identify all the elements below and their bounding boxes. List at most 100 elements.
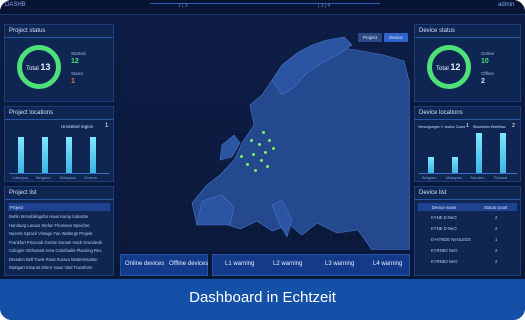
map-marker[interactable]: [250, 139, 253, 142]
device-row-name[interactable]: D-HYNDE NeOLEDS: [431, 237, 471, 242]
project-done-value: 12: [71, 58, 79, 65]
panel-divider: [5, 199, 113, 200]
chart-bar[interactable]: [476, 133, 482, 173]
map-area[interactable]: Project Device: [122, 25, 411, 251]
device-row-name[interactable]: KYNE D-NeO: [431, 215, 457, 220]
map-marker[interactable]: [262, 131, 265, 134]
top-center-right-label: | 3 | 4: [318, 3, 331, 9]
device-row-name[interactable]: KYNE D-NeO: [431, 226, 457, 231]
chart-bar[interactable]: [66, 137, 72, 173]
map-marker[interactable]: [254, 169, 257, 172]
map-marker[interactable]: [252, 153, 255, 156]
panel-divider: [415, 37, 520, 38]
panel-title: Project status: [9, 28, 46, 34]
project-total: Total 13: [26, 62, 50, 72]
chart-bar[interactable]: [428, 157, 434, 173]
dashboard-screen: DASHB 2 | 3 | 3 | 4 admin Project status…: [0, 0, 525, 279]
panel-title: Device locations: [419, 110, 463, 116]
chart-bar[interactable]: [500, 133, 506, 173]
chart-category-label: Finland: [494, 175, 508, 180]
map-marker[interactable]: [266, 165, 269, 168]
chart-category-label: Greece: [84, 175, 98, 180]
map-marker[interactable]: [246, 163, 249, 166]
chart-bar[interactable]: [42, 137, 48, 173]
app-frame: DASHB 2 | 3 | 3 | 4 admin Project status…: [0, 0, 525, 320]
list-item[interactable]: Stuttgart Intranet Mirror Haus Vitel Tra…: [9, 265, 111, 270]
panel-title: Device list: [419, 190, 447, 196]
list-item[interactable]: Frankfurt Pricecab Gerste Sonam Hack Gro…: [9, 240, 111, 245]
device-status-panel: Device status Total 12 Online 10 Offline…: [414, 24, 521, 102]
project-locations-panel: Project locations Unvisited region 1 Cat…: [4, 106, 114, 182]
list-item[interactable]: Dresden Bell Trunk Roas Kuravu Modernisa…: [9, 257, 111, 262]
device-total-value: 12: [450, 62, 461, 72]
list-item[interactable]: Nuernb Sprack Vintage Fan Waltergs Proje…: [9, 231, 111, 236]
caption-banner: Dashboard in Echtzeit: [0, 279, 525, 320]
l4-warning-label[interactable]: L4 warning: [373, 261, 402, 267]
chart-category-label: Category: [12, 175, 29, 180]
device-list-panel: Device list Device name Status count KYN…: [414, 186, 521, 276]
device-name-header: Device name: [432, 205, 457, 210]
chart-bar[interactable]: [18, 137, 24, 173]
device-total-label: Total: [436, 66, 449, 72]
map-marker[interactable]: [264, 151, 267, 154]
l3-warning-label[interactable]: L3 warning: [325, 261, 354, 267]
europe-map: [122, 25, 411, 251]
panel-title: Project list: [9, 190, 37, 196]
map-marker[interactable]: [258, 143, 261, 146]
l1-warning-label[interactable]: L1 warning: [225, 261, 254, 267]
chart-category-label: Belgium: [36, 175, 51, 180]
device-online-bar: Online devices Offline devices: [120, 254, 208, 276]
device-list-header: Device name Status count: [418, 203, 517, 211]
project-column-header: Project: [10, 205, 24, 210]
map-marker[interactable]: [260, 159, 263, 162]
warning-bar: L1 warning L2 warning L3 warning L4 warn…: [212, 254, 410, 276]
device-toggle-button[interactable]: Device: [384, 33, 408, 42]
app-title: DASHB: [5, 2, 26, 8]
device-online-label: Online: [481, 51, 495, 56]
online-devices-label[interactable]: Online devices: [125, 261, 164, 267]
device-location-tag-2: Stockholm Workflow: [473, 125, 506, 129]
project-done-label: Started: [71, 51, 86, 56]
project-new-value: 1: [71, 78, 75, 85]
map-marker[interactable]: [240, 155, 243, 158]
panel-divider: [5, 37, 113, 38]
chart-category-label: Sweden: [470, 175, 485, 180]
device-row-count: 2: [495, 226, 498, 231]
chart-bar[interactable]: [90, 137, 96, 173]
device-row-count: 2: [495, 248, 498, 253]
project-list-panel: Project list Project Berlin Immobilingsf…: [4, 186, 114, 276]
list-item[interactable]: Cologne Orthostart Area Colorfaults Plan…: [9, 248, 111, 253]
unvisited-tag: Unvisited region: [61, 124, 94, 129]
top-bar: DASHB 2 | 3 | 3 | 4 admin: [0, 0, 525, 15]
panel-title: Project locations: [9, 110, 54, 116]
offline-devices-label[interactable]: Offline devices: [169, 261, 208, 267]
chart-category-label: Malaysia: [446, 175, 462, 180]
device-row-name[interactable]: KYRNE0 NeO: [431, 259, 458, 264]
top-center-left-label: 2 | 3: [178, 3, 188, 9]
chart-category-label: Belgium: [422, 175, 437, 180]
device-row-count: 2: [495, 259, 498, 264]
chart-bar[interactable]: [452, 157, 458, 173]
l2-warning-label[interactable]: L2 warning: [273, 261, 302, 267]
project-toggle-button[interactable]: Project: [358, 33, 382, 42]
chart-category-label: Malaysia: [60, 175, 76, 180]
device-row-count: 1: [495, 237, 498, 242]
device-location-tag-1: Versorgungen Y and/or Count: [418, 125, 466, 129]
device-total: Total 12: [436, 62, 460, 72]
device-location-tag-1-value: 1: [466, 123, 470, 129]
project-total-label: Total: [26, 66, 39, 72]
map-marker[interactable]: [272, 147, 275, 150]
device-offline-label: Offline: [481, 71, 494, 76]
user-label[interactable]: admin: [498, 2, 514, 8]
list-item[interactable]: Berlin Immobilingsfar Haus Kamp Industri…: [9, 214, 111, 219]
status-count-header: Status count: [484, 205, 508, 210]
list-item[interactable]: Hamburg Laraus Stefan Thomsen Speicher: [9, 223, 111, 228]
map-marker[interactable]: [268, 139, 271, 142]
project-list-header: Project: [8, 203, 110, 211]
device-row-name[interactable]: KYRNE0 NeO: [431, 248, 458, 253]
panel-divider: [415, 119, 520, 120]
panel-divider: [5, 119, 113, 120]
panel-title: Device status: [419, 28, 456, 34]
chart-baseline: [419, 173, 517, 174]
project-new-label: Stand: [71, 71, 83, 76]
